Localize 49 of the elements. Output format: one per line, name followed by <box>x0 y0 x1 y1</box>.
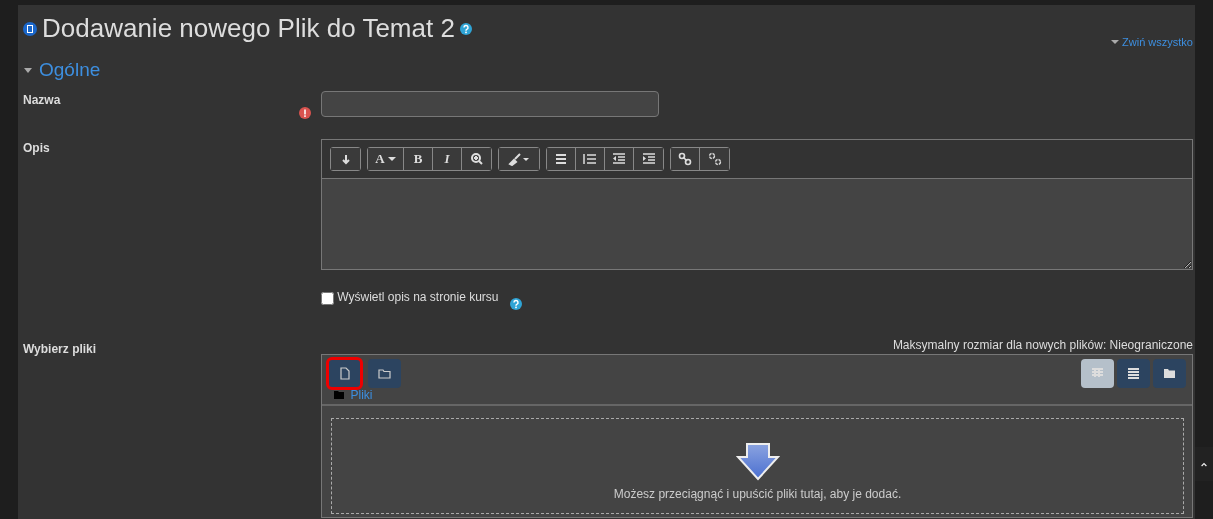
list-view-button[interactable] <box>1116 358 1150 388</box>
bold-button[interactable]: B <box>404 147 433 170</box>
caret-icon <box>1111 39 1120 46</box>
link-icon <box>678 151 692 166</box>
indent-icon <box>641 151 656 166</box>
italic-button[interactable]: I <box>433 147 462 170</box>
font-button[interactable]: A <box>368 147 404 170</box>
checkbox[interactable] <box>321 291 334 305</box>
list-view-icon <box>1126 366 1140 380</box>
folder-icon <box>1163 366 1176 380</box>
bullets-icon <box>554 151 568 166</box>
chevron-up-icon <box>1201 460 1207 468</box>
numbers-icon <box>583 151 597 166</box>
download-arrow-icon <box>735 442 780 481</box>
brush-icon <box>508 151 530 166</box>
page-title: Dodawanie nowego Plik do Temat 2 <box>42 13 455 45</box>
add-file-button[interactable] <box>328 358 361 388</box>
help-icon[interactable] <box>459 22 472 35</box>
caret-icon <box>387 155 396 162</box>
grid-view-icon <box>1090 366 1104 380</box>
link-button[interactable] <box>671 147 700 170</box>
name-field[interactable] <box>321 90 659 117</box>
field-label: Opis <box>23 139 50 157</box>
unlink-button[interactable] <box>700 147 729 170</box>
field-label: Wybierz pliki <box>23 340 97 358</box>
section-title[interactable]: Ogólne <box>39 56 101 85</box>
help-icon[interactable] <box>509 297 522 310</box>
checkbox-label: Wyświetl opis na stronie kursu <box>337 288 499 306</box>
tree-view-button[interactable] <box>1153 358 1186 388</box>
zoom-icon <box>469 151 484 166</box>
expand-toolbar-button[interactable] <box>331 147 360 170</box>
collapse-all-link[interactable]: Zwiń wszystko <box>1111 34 1193 51</box>
create-folder-button[interactable] <box>367 358 401 388</box>
file-icon <box>23 21 37 36</box>
max-size-text: Maksymalny rozmiar dla nowych plików: Nieograniczone <box>891 336 1193 354</box>
field-label: Nazwa <box>23 91 61 109</box>
add-file-icon <box>338 366 351 380</box>
indent-button[interactable] <box>634 147 663 170</box>
folder-icon <box>377 366 391 380</box>
numbered-list-button[interactable] <box>576 147 605 170</box>
outdent-button[interactable] <box>605 147 634 170</box>
zoom-button[interactable] <box>462 147 491 170</box>
unlink-icon <box>707 151 722 166</box>
icons-view-button[interactable] <box>1080 358 1114 388</box>
brush-button[interactable] <box>499 147 539 170</box>
folder-icon <box>334 390 344 400</box>
drop-hint: Możesz przeciągnąć i upuścić pliki tutaj, aby je dodać. <box>613 485 902 503</box>
bullet-list-button[interactable] <box>547 147 576 170</box>
outdent-icon <box>612 151 626 166</box>
